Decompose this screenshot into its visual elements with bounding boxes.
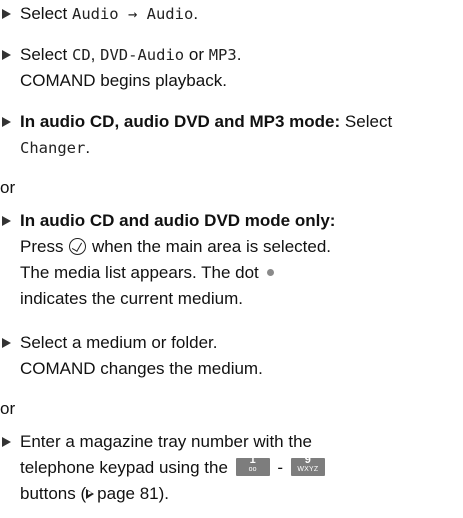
right-triangle-bullet-icon xyxy=(1,208,15,234)
or-word: or xyxy=(188,45,204,64)
right-triangle-bullet-icon xyxy=(1,42,15,68)
key-1-icon: 1 oo xyxy=(235,454,270,476)
right-triangle-bullet-icon xyxy=(1,429,15,455)
page-reference: page 81). xyxy=(97,484,169,503)
step-select-source: Select CD, DVD-Audio or MP3. COMAND begi… xyxy=(0,42,241,94)
menu-path: Audio → Audio xyxy=(71,5,194,23)
step-select-changer: In audio CD, audio DVD and MP3 mode: Sel… xyxy=(0,109,460,161)
select-prefix: Select xyxy=(20,45,68,64)
changer-option: Changer xyxy=(20,139,86,157)
after-knob-text: when the main area is selected. xyxy=(91,237,332,256)
comma: , xyxy=(90,45,96,64)
page-reference-triangle-icon xyxy=(86,489,95,499)
select-prefix: Select xyxy=(20,4,68,23)
buttons-text: buttons ( xyxy=(20,484,87,503)
source-cd: CD xyxy=(71,46,91,64)
step-result: COMAND begins playback. xyxy=(20,71,227,90)
press-label: Press xyxy=(20,237,64,256)
current-medium-text: indicates the current medium. xyxy=(20,289,243,308)
right-triangle-bullet-icon xyxy=(1,330,15,356)
or-separator: or xyxy=(0,399,16,418)
right-triangle-bullet-icon xyxy=(1,1,15,27)
period: . xyxy=(236,45,242,64)
range-dash: - xyxy=(277,458,284,477)
right-triangle-bullet-icon xyxy=(1,109,15,135)
controller-press-icon xyxy=(69,238,87,255)
mode-condition: In audio CD, audio DVD and MP3 mode: xyxy=(20,112,341,131)
step-enter-tray-number: Enter a magazine tray number with the te… xyxy=(0,429,463,507)
current-medium-dot-icon xyxy=(266,269,274,276)
mode-condition: In audio CD and audio DVD mode only: xyxy=(20,211,336,230)
step-select-medium: Select a medium or folder. COMAND change… xyxy=(0,330,263,382)
select-medium-text: Select a medium or folder. xyxy=(20,333,218,352)
or-separator: or xyxy=(0,178,16,197)
step-select-audio: Select Audio → Audio. xyxy=(0,1,198,27)
key-letters: oo xyxy=(248,466,257,473)
key-9-icon: 9 WXYZ xyxy=(290,454,325,476)
period: . xyxy=(85,138,91,157)
keypad-text: telephone keypad using the xyxy=(20,458,228,477)
media-list-text: The media list appears. The dot xyxy=(20,263,259,282)
source-dvd-audio: DVD-Audio xyxy=(100,46,185,64)
key-letters: WXYZ xyxy=(297,466,319,473)
select-prefix: Select xyxy=(344,112,393,131)
step-result: COMAND changes the medium. xyxy=(20,359,263,378)
period: . xyxy=(193,4,199,23)
step-press-knob: In audio CD and audio DVD mode only: Pre… xyxy=(0,208,463,312)
source-mp3: MP3 xyxy=(208,46,237,64)
manual-page: Select Audio → Audio. Select CD, DVD-Aud… xyxy=(0,0,463,518)
enter-tray-text: Enter a magazine tray number with the xyxy=(20,432,312,451)
